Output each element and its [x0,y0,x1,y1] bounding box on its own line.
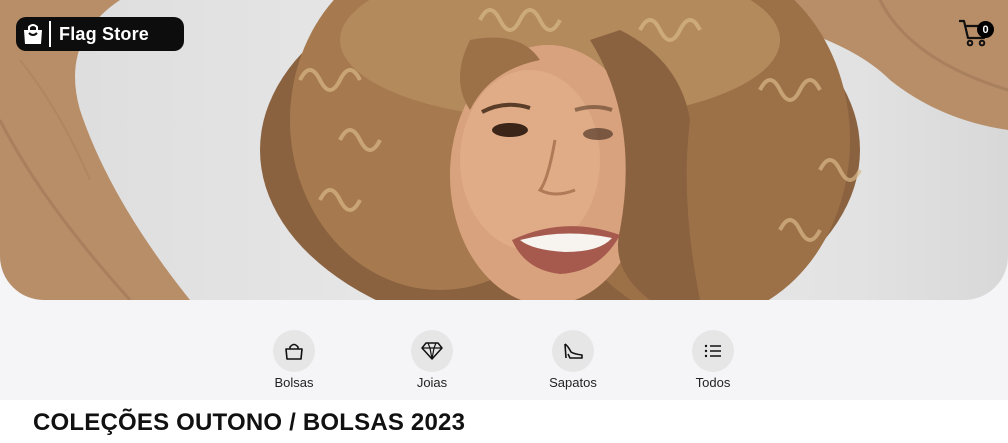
category-label: Joias [416,375,448,390]
category-joias[interactable]: Joias [392,330,472,390]
diamond-icon [411,330,453,372]
hero-banner: Flag Store 0 [0,0,1008,300]
handbag-icon [273,330,315,372]
brand-logo[interactable]: Flag Store [16,17,184,51]
category-sapatos[interactable]: Sapatos [533,330,613,390]
category-label: Sapatos [549,375,597,390]
shopping-bag-icon [21,21,51,47]
list-icon [692,330,734,372]
collection-section: COLEÇÕES OUTONO / BOLSAS 2023 [0,400,1008,443]
cart-button[interactable]: 0 [958,18,994,50]
category-nav: Bolsas Joias Sapatos Todos [0,320,1008,400]
category-label: Bolsas [274,375,314,390]
brand-name: Flag Store [59,23,150,44]
section-title: COLEÇÕES OUTONO / BOLSAS 2023 [33,409,466,436]
category-todos[interactable]: Todos [673,330,753,390]
cart-count-badge: 0 [977,21,994,38]
category-label: Todos [695,375,731,390]
high-heel-icon [552,330,594,372]
category-bolsas[interactable]: Bolsas [254,330,334,390]
